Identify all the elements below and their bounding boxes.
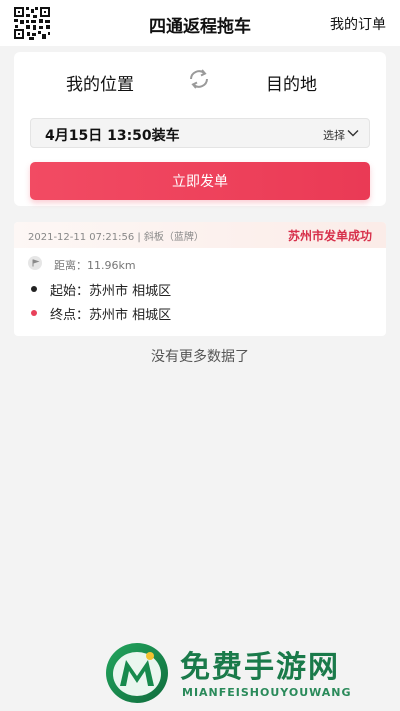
- watermark: 免费手游网 MIANFEISHOUYOUWANG: [104, 640, 394, 708]
- loading-time-selector[interactable]: 4月15日 13:50装车 选择: [30, 118, 370, 148]
- select-label: 选择: [323, 129, 345, 142]
- flag-icon: [28, 256, 42, 270]
- end-address: 终点：苏州市 相城区: [50, 308, 172, 323]
- start-address: 起始：苏州市 相城区: [50, 284, 172, 299]
- loading-time-value: 4月15日 13:50装车: [45, 128, 180, 144]
- order-form-card: 我的位置 目的地 4月15日 13:50装车 选择 立即发单: [14, 52, 386, 206]
- record-header: 2021-12-11 07:21:56 | 斜板（蓝牌） 苏州市发单成功: [14, 222, 386, 248]
- origin-selector[interactable]: 我的位置: [66, 70, 134, 95]
- order-record-card[interactable]: 2021-12-11 07:21:56 | 斜板（蓝牌） 苏州市发单成功 距离：…: [14, 222, 386, 336]
- destination-selector[interactable]: 目的地: [266, 70, 317, 95]
- watermark-title: 免费手游网: [180, 650, 340, 685]
- watermark-subtitle: MIANFEISHOUYOUWANG: [182, 686, 352, 699]
- distance-text: 距离：11.96km: [54, 259, 136, 272]
- chevron-down-icon: [347, 130, 359, 137]
- status-badge: 苏州市发单成功: [287, 229, 372, 243]
- watermark-logo-icon: [106, 643, 168, 703]
- swap-icon[interactable]: [186, 66, 212, 92]
- empty-list-hint: 没有更多数据了: [151, 349, 249, 365]
- my-orders-link[interactable]: 我的订单: [330, 14, 386, 34]
- submit-order-button[interactable]: 立即发单: [30, 162, 370, 200]
- record-meta: 2021-12-11 07:21:56 | 斜板（蓝牌）: [28, 232, 204, 243]
- route-row: 我的位置 目的地: [14, 66, 386, 96]
- start-dot-icon: [31, 286, 37, 292]
- app-header: 四通返程拖车 我的订单: [0, 0, 400, 46]
- end-dot-icon: [31, 310, 37, 316]
